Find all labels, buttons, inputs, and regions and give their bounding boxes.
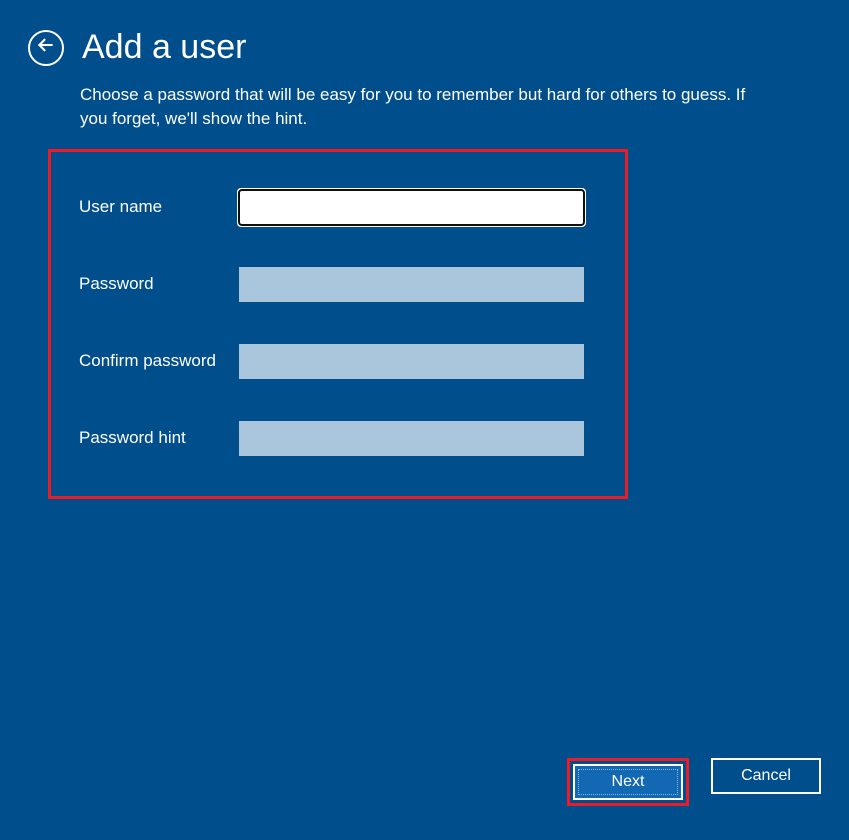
confirm-password-label: Confirm password [79,351,239,371]
username-input[interactable] [239,190,584,225]
password-input[interactable] [239,267,584,302]
username-label: User name [79,197,239,217]
back-button[interactable] [28,30,64,66]
next-button[interactable]: Next [573,764,683,800]
arrow-left-icon [36,35,56,60]
page-description: Choose a password that will be easy for … [80,83,769,131]
confirm-password-input[interactable] [239,344,584,379]
button-bar: Next Cancel [567,758,821,806]
password-hint-input[interactable] [239,421,584,456]
form-panel: User name Password Confirm password Pass… [48,149,628,499]
page-title: Add a user [82,28,246,67]
password-hint-label: Password hint [79,428,239,448]
cancel-button[interactable]: Cancel [711,758,821,794]
password-label: Password [79,274,239,294]
